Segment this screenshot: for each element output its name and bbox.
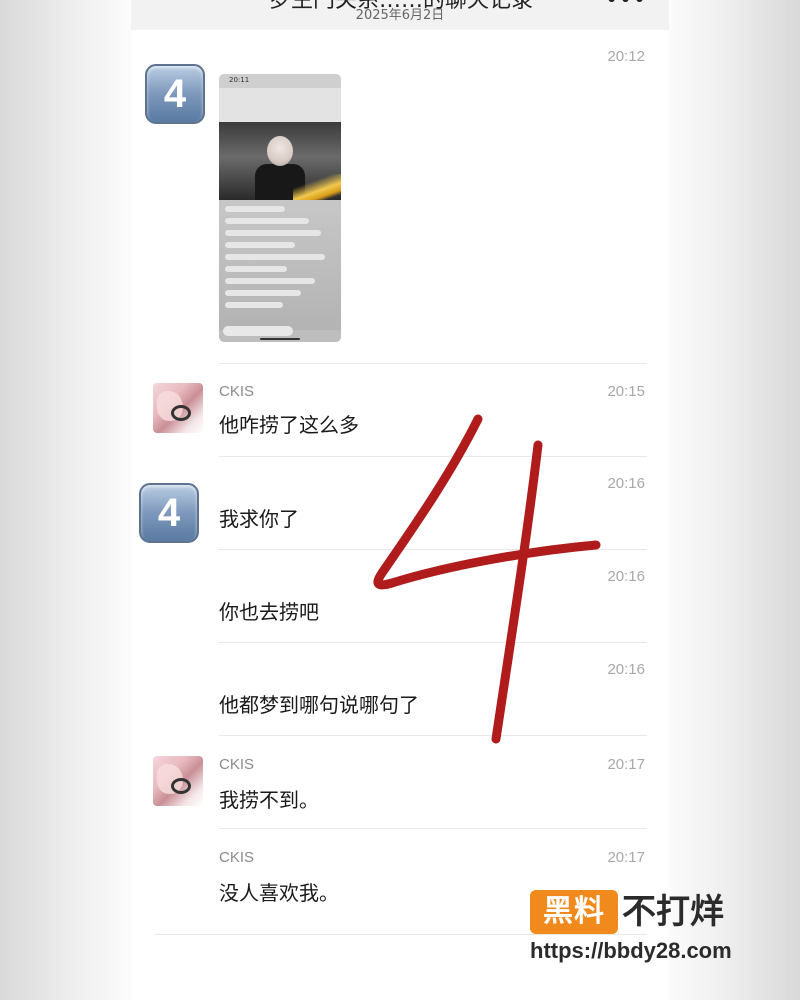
thumb-chat-line [225,278,315,284]
thumb-chat-area [219,200,341,330]
thumb-chat-line [225,242,295,248]
message-text: 我捞不到。 [219,788,319,812]
thumb-streamer-face [267,136,293,166]
thumb-status-bar: 20:11 [219,74,341,88]
shared-screenshot-image[interactable]: 20:11 [219,74,341,342]
sender-name: CKIS [219,756,255,773]
more-icon[interactable]: ••• [605,0,647,13]
thumb-home-indicator [260,338,300,340]
thumb-chat-line [225,206,285,212]
thumb-chat-line [225,230,321,236]
watermark-name: 不打烊 [622,892,724,932]
watermark-logo: 黑料 [530,890,618,934]
message-time: 20:16 [607,661,645,678]
thumb-chat-line [225,302,283,308]
thumb-chat-line [225,266,287,272]
header-bar: ‹ 罗生门关系……的聊天记录 2025年6月2日 ••• [131,0,669,30]
chat-date: 2025年6月2日 [355,8,445,23]
message-text: 没人喜欢我。 [219,881,339,905]
message-item: 4 20:16 我求你了 [131,457,669,550]
ckis-avatar[interactable] [153,756,203,806]
keycap-4-emoji-avatar[interactable]: 4 [139,483,199,543]
message-time: 20:17 [607,756,645,773]
watermark-url: https://bbdy28.com [530,938,732,963]
message-item: 4 20:12 20:11 [131,30,669,365]
message-text: 你也去捞吧 [219,600,319,624]
message-divider [155,934,647,935]
thumb-chat-line [225,290,301,296]
ckis-avatar[interactable] [153,383,203,433]
avatar-ring-shape [171,405,191,421]
sender-name: CKIS [219,849,255,866]
message-divider [219,363,647,364]
keycap-4-emoji-avatar[interactable]: 4 [145,64,205,124]
message-item: 20:16 你也去捞吧 [131,550,669,643]
message-text: 我求你了 [219,507,299,531]
message-time: 20:15 [607,383,645,400]
message-text: 他都梦到哪句说哪句了 [219,693,419,717]
chat-history-screen: ‹ 罗生门关系……的聊天记录 2025年6月2日 ••• 4 20:12 20:… [131,0,669,1000]
thumb-input-bar [223,326,293,336]
message-item: 20:16 他都梦到哪句说哪句了 [131,643,669,736]
thumb-chat-line [225,254,325,260]
message-item: CKIS 20:17 我捞不到。 [131,736,669,829]
message-time: 20:12 [607,48,645,65]
message-time: 20:16 [607,475,645,492]
avatar-ring-shape [171,778,191,794]
thumb-status-time: 20:11 [229,76,250,84]
thumb-chat-line [225,218,309,224]
message-time: 20:16 [607,568,645,585]
message-item: CKIS 20:15 他咋捞了这么多 [131,365,669,457]
thumb-live-header [219,88,341,122]
message-time: 20:17 [607,849,645,866]
sender-name: CKIS [219,383,255,400]
message-text: 他咋捞了这么多 [219,413,359,437]
